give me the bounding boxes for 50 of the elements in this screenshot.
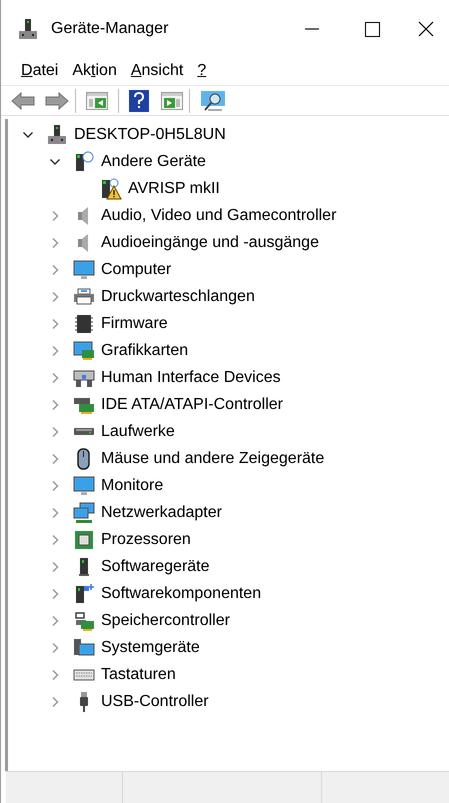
tree-item-label[interactable]: Speichercontroller [101,608,230,632]
drive-icon [73,427,95,436]
tree-item-label[interactable]: DESKTOP-0H5L8UN [74,122,226,146]
close-icon [418,21,434,37]
storage-controller-icon [73,610,95,632]
network-icon [73,502,95,524]
menu-item[interactable]: Datei [15,59,64,83]
tree-item-label[interactable]: Andere Geräte [101,150,206,174]
printer-icon [73,286,95,308]
graphics-card-icon [73,340,95,362]
system-device-icon [73,636,95,658]
tree-item-label[interactable]: USB-Controller [101,690,209,714]
unknown-device-icon [73,150,95,172]
tree-item-label[interactable]: Druckwarteschlangen [101,284,255,308]
tree-item-label[interactable]: Human Interface Devices [101,366,281,390]
tree-item-label[interactable]: Computer [101,258,172,282]
tree-item-label[interactable]: Netzwerkadapter [101,500,222,524]
tree-item-label[interactable]: Monitore [101,474,164,498]
computer-icon [46,124,68,146]
monitor-magnifier-icon[interactable] [200,90,226,112]
chip-icon [73,312,95,334]
monitor-icon [73,474,95,496]
panel-icon[interactable] [161,92,183,110]
tree-item-label[interactable]: Prozessoren [101,528,191,552]
menu-item[interactable]: Aktion [66,59,123,83]
tree-item-label[interactable]: Tastaturen [101,662,176,686]
monitor-icon [73,258,95,280]
minimize-icon [305,28,319,30]
tree-item-label[interactable]: Softwaregeräte [101,554,210,578]
processor-icon [73,528,95,550]
computer-icon [17,18,39,40]
device-plus-icon [73,582,95,604]
tree-item-label[interactable]: Systemgeräte [101,636,200,660]
tree-item-label[interactable]: Firmware [101,312,168,336]
tree-item-label[interactable]: Audio, Video und Gamecontroller [101,204,336,228]
panel-icon[interactable] [86,92,108,110]
menu-item[interactable]: Ansicht [124,59,190,83]
tree-item-label[interactable]: AVRISP mkII [128,176,220,200]
forward-arrow-icon[interactable] [45,92,69,110]
tree-item-label[interactable]: Laufwerke [101,420,175,444]
tree-item-label[interactable]: Audioeingänge und -ausgänge [101,230,319,254]
tree-item-label[interactable]: Mäuse und andere Zeigegeräte [101,446,324,470]
tree-item-label[interactable]: Softwarekomponenten [101,582,262,606]
help-icon[interactable] [129,90,149,112]
maximize-icon [364,22,380,36]
tree-item-label[interactable]: Grafikkarten [101,338,188,362]
tree-item-label[interactable]: IDE ATA/ATAPI-Controller [101,392,283,416]
back-arrow-icon[interactable] [11,92,35,110]
window-title: Geräte-Manager [51,19,168,39]
menu-item[interactable]: ? [191,59,212,83]
